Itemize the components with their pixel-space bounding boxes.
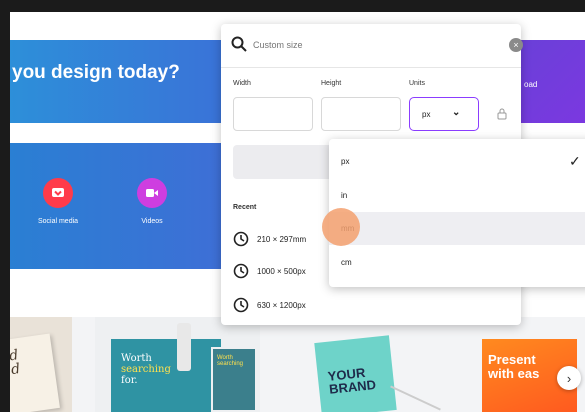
hero-title: you design today? bbox=[12, 62, 180, 83]
category-videos[interactable]: Videos bbox=[122, 178, 182, 225]
unit-option-label: px bbox=[341, 157, 350, 166]
search-icon bbox=[231, 36, 247, 52]
category-social-media[interactable]: Social media bbox=[28, 178, 88, 225]
template-line: searching bbox=[121, 364, 171, 375]
clock-icon bbox=[233, 263, 249, 279]
template-line: Present bbox=[488, 352, 536, 367]
template-text: Worth searching bbox=[211, 347, 257, 412]
close-icon: × bbox=[513, 40, 519, 50]
template-card[interactable]: Present with eas bbox=[478, 317, 585, 412]
unit-option-label: cm bbox=[341, 258, 352, 267]
template-line: Worth bbox=[121, 353, 152, 364]
template-text: YOUR BRAND bbox=[314, 335, 397, 412]
template-card[interactable]: YOUR BRAND bbox=[278, 317, 458, 412]
chevron-down-icon: ⌄ bbox=[452, 107, 461, 118]
category-label: Social media bbox=[37, 218, 79, 225]
chevron-right-icon: › bbox=[566, 370, 572, 386]
product-image bbox=[177, 323, 191, 371]
unit-option-label: in bbox=[341, 191, 348, 200]
template-text: dd bbox=[10, 333, 60, 412]
units-label: Units bbox=[409, 80, 425, 87]
clock-icon bbox=[233, 231, 249, 247]
unit-option-mm[interactable]: mm bbox=[329, 212, 585, 245]
width-field[interactable] bbox=[233, 97, 313, 131]
width-label: Width bbox=[233, 80, 251, 87]
unit-option-in[interactable]: in bbox=[329, 179, 585, 212]
units-value: px bbox=[422, 110, 431, 119]
search-row: × bbox=[221, 24, 523, 68]
cursor-indicator bbox=[322, 208, 360, 246]
pen-image bbox=[390, 385, 441, 411]
upload-label: oad bbox=[524, 80, 538, 89]
recent-heading: Recent bbox=[233, 204, 257, 211]
video-icon bbox=[137, 178, 167, 208]
heart-icon bbox=[43, 178, 73, 208]
template-carousel: dd Worth searching for. Worth searching … bbox=[10, 317, 585, 412]
clock-icon bbox=[233, 297, 249, 313]
clear-search-button[interactable]: × bbox=[509, 38, 523, 52]
lock-icon[interactable] bbox=[497, 108, 507, 120]
template-card[interactable]: Worth searching for. Worth searching bbox=[95, 317, 260, 412]
category-strip: Social media Videos bbox=[10, 143, 222, 269]
recent-item-label: 630 × 1200px bbox=[257, 301, 306, 310]
carousel-next-button[interactable]: › bbox=[557, 366, 581, 390]
upload-button[interactable]: oad bbox=[518, 40, 585, 123]
units-dropdown: px ✓ in mm cm bbox=[329, 139, 585, 287]
units-select[interactable]: px ⌄ bbox=[409, 97, 479, 131]
recent-item-label: 1000 × 500px bbox=[257, 267, 306, 276]
hero-banner: you design today? bbox=[10, 40, 222, 123]
recent-item-label: 210 × 297mm bbox=[257, 235, 307, 244]
canva-home: you design today? oad Social media Video… bbox=[10, 12, 585, 412]
height-field[interactable] bbox=[321, 97, 401, 131]
height-label: Height bbox=[321, 80, 342, 87]
unit-option-px[interactable]: px ✓ bbox=[329, 145, 585, 178]
category-label: Videos bbox=[141, 218, 163, 225]
template-text: Worth searching for. bbox=[111, 339, 221, 412]
custom-size-search-input[interactable] bbox=[253, 36, 473, 54]
template-line: for. bbox=[121, 375, 138, 386]
template-card[interactable]: dd bbox=[10, 317, 72, 412]
unit-option-cm[interactable]: cm bbox=[329, 246, 585, 279]
checkmark-icon: ✓ bbox=[569, 153, 581, 169]
